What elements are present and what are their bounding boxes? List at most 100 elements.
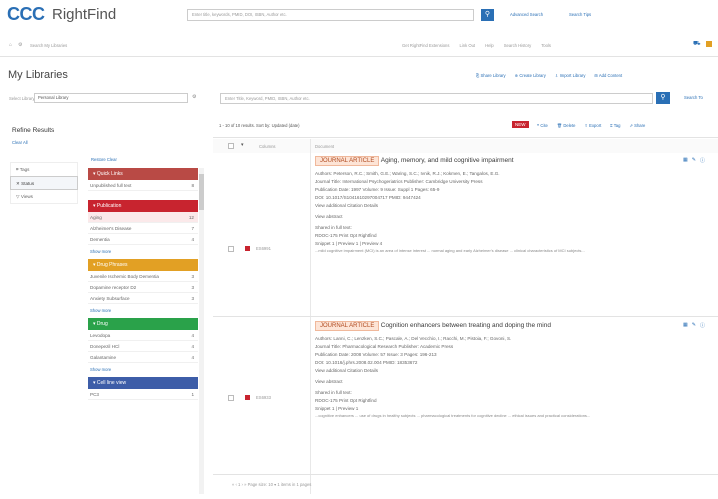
facet-row[interactable]: Juvenile Ischemic Body Dementia 3 — [88, 271, 198, 282]
brand-logo[interactable]: CCC — [7, 4, 45, 25]
facet-row[interactable]: Galantamine 4 — [88, 352, 198, 363]
share-library-link[interactable]: ⎘ Share Library — [476, 73, 506, 78]
facet-row[interactable]: PC3 1 — [88, 389, 198, 400]
citation-details-link[interactable]: View additional Citation Details — [315, 367, 710, 375]
library-settings-icon[interactable]: ⚙ — [192, 94, 196, 100]
add-content-link[interactable]: ⊞ Add Content — [594, 73, 622, 78]
facet-row[interactable]: Aging 12 — [88, 212, 198, 223]
result-journal: Journal Title: Pharmacological Research … — [315, 344, 454, 349]
facet-row[interactable]: Donepezil HCl 4 — [88, 341, 198, 352]
result-snippet: ...cognitive enhancers ... use of drugs … — [315, 413, 591, 418]
cite-button[interactable]: ❝ Cite — [537, 123, 548, 129]
facet-header-cell-line[interactable]: ▾ Cell line view — [88, 377, 198, 389]
sort-icon[interactable]: ▾ — [241, 142, 244, 148]
facet-header-drug[interactable]: ▾ Drug — [88, 318, 198, 330]
global-search-button[interactable]: ⚲ — [481, 9, 494, 21]
top-link[interactable]: Search History — [504, 43, 531, 48]
library-search-input[interactable]: Enter Title, Keyword, PMID, ISBN, Author… — [220, 93, 653, 104]
tab-tags[interactable]: ⌗ Tags — [10, 162, 78, 176]
results-count: 1 - 10 of 10 results. Sort by: Updated (… — [219, 123, 300, 128]
view-abstract-link[interactable]: View abstract — [315, 213, 710, 221]
search-to-link[interactable]: Search To — [684, 95, 703, 100]
results-top-divider — [213, 137, 718, 138]
restore-clear-link[interactable]: Restore Clear — [91, 157, 117, 162]
result-card-2: JOURNAL ARTICLE Cognition enhancers betw… — [315, 321, 710, 435]
library-search-placeholder: Enter Title, Keyword, PMID, ISBN, Author… — [225, 96, 310, 101]
home-icon[interactable]: ⌂ — [9, 42, 12, 48]
citation-details-link[interactable]: View additional Citation Details — [315, 202, 710, 210]
select-all-checkbox[interactable] — [228, 143, 234, 149]
refine-tabs: ⌗ Tags ✕ Status ▽ Views — [10, 162, 78, 204]
facet-row[interactable]: Dementia 4 — [88, 234, 198, 245]
grid-icon[interactable]: ▦ — [683, 322, 688, 329]
cart-icon[interactable]: ⛟ — [693, 40, 701, 48]
facet-row[interactable]: Levodopa 4 — [88, 330, 198, 341]
top-link[interactable]: Tools — [541, 43, 551, 48]
logo-text: CCC — [7, 4, 45, 24]
library-actions: ⎘ Share Library ⊕ Create Library ⇩ Impor… — [476, 73, 622, 78]
column-header-columns[interactable]: Columns — [259, 144, 276, 149]
settings-icon[interactable]: ⚙ — [18, 42, 22, 48]
edit-icon[interactable]: ✎ — [692, 157, 696, 164]
result-card-1: JOURNAL ARTICLE Aging, memory, and mild … — [315, 156, 710, 282]
search-icon: ⚲ — [660, 94, 666, 101]
facet-row[interactable]: Unpublished full text 8 — [88, 180, 198, 191]
clear-all-link[interactable]: Clear All — [12, 140, 28, 145]
select-library-label: Select Library — [9, 96, 35, 101]
top-link[interactable]: Help — [485, 43, 494, 48]
notification-icon[interactable] — [706, 41, 712, 47]
result-authors: Authors: Lanni, C.; Lenzken, S.C.; Pasca… — [315, 336, 512, 341]
header-divider — [0, 56, 718, 57]
result-ref-id: ES6991 — [256, 246, 271, 251]
result-doi: DOI: 10.1016/j.phrs.2008.02.004 PMID: 18… — [315, 360, 418, 365]
full-text-link[interactable]: RDOC-175 Print Opt Rightfind — [315, 397, 710, 405]
result-checkbox[interactable] — [228, 395, 234, 401]
delete-button[interactable]: 🗑 Delete — [557, 123, 576, 129]
tab-views[interactable]: ▽ Views — [10, 190, 78, 204]
info-icon[interactable]: ⓘ — [700, 157, 705, 164]
facet-row[interactable]: Alzheimer's Disease 7 — [88, 223, 198, 234]
facet-scroll-thumb[interactable] — [199, 174, 204, 210]
result-icons: ▦ ✎ ⓘ — [683, 157, 705, 164]
pagination[interactable]: « ‹ 1 › » Page size: 10 ▾ 1 items in 1 p… — [232, 482, 311, 487]
result-title[interactable]: Aging, memory, and mild cognitive impair… — [381, 157, 514, 164]
show-more-link[interactable]: Show more — [88, 245, 198, 259]
facet-row[interactable]: Dopamine receptor D2 3 — [88, 282, 198, 293]
facet-scrollbar[interactable] — [199, 168, 204, 494]
import-library-link[interactable]: ⇩ Import Library — [555, 73, 586, 78]
top-link[interactable]: Link Out — [459, 43, 475, 48]
top-link[interactable]: Get RightFind Extensions — [402, 43, 449, 48]
refine-title: Refine Results — [12, 127, 55, 134]
facet-panel: ▾ Quick Links Unpublished full text 8 ▾ P… — [88, 168, 198, 400]
info-icon[interactable]: ⓘ — [700, 322, 705, 329]
create-library-link[interactable]: ⊕ Create Library — [515, 73, 546, 78]
export-button[interactable]: ⇪ Export — [584, 123, 601, 129]
facet-header-drug-phrases[interactable]: ▾ Drug Phrases — [88, 259, 198, 271]
snippet-header[interactable]: Snippet 1 | Preview 1 | Preview 4 — [315, 240, 710, 248]
library-select[interactable]: Personal Library — [34, 93, 188, 103]
result-checkbox[interactable] — [228, 246, 234, 252]
grid-icon[interactable]: ▦ — [683, 157, 688, 164]
page-title: My Libraries — [8, 69, 68, 81]
facet-header-publication[interactable]: ▾ Publication — [88, 200, 198, 212]
view-abstract-link[interactable]: View abstract — [315, 378, 710, 386]
edit-icon[interactable]: ✎ — [692, 322, 696, 329]
advanced-search-link[interactable]: Advanced Search — [510, 12, 543, 17]
search-tips-link[interactable]: Search Tips — [569, 12, 591, 17]
share-button[interactable]: ⇗ Share — [629, 123, 645, 129]
snippet-header[interactable]: Snippet 1 | Preview 1 — [315, 405, 710, 413]
global-search-input[interactable]: Enter title, keywords, PMID, DOI, ISBN, … — [187, 9, 474, 21]
search-icon: ⚲ — [484, 11, 491, 18]
show-more-link[interactable]: Show more — [88, 363, 198, 377]
full-text-link[interactable]: RDOC-175 Print Opt Rightfind — [315, 232, 710, 240]
type-badge: JOURNAL ARTICLE — [315, 321, 380, 331]
result-publication: Publication Date: 2008 Volume: 57 Issue:… — [315, 352, 437, 357]
tab-status[interactable]: ✕ Status — [10, 176, 78, 190]
facet-row[interactable]: Anxiety Subsurface 3 — [88, 293, 198, 304]
library-search-button[interactable]: ⚲ — [656, 92, 670, 104]
result-title[interactable]: Cognition enhancers between treating and… — [381, 322, 551, 329]
show-more-link[interactable]: Show more — [88, 304, 198, 318]
new-badge[interactable]: NEW — [512, 121, 529, 128]
facet-header-quick-links[interactable]: ▾ Quick Links — [88, 168, 198, 180]
tag-button[interactable]: ⌗ Tag — [610, 123, 620, 129]
